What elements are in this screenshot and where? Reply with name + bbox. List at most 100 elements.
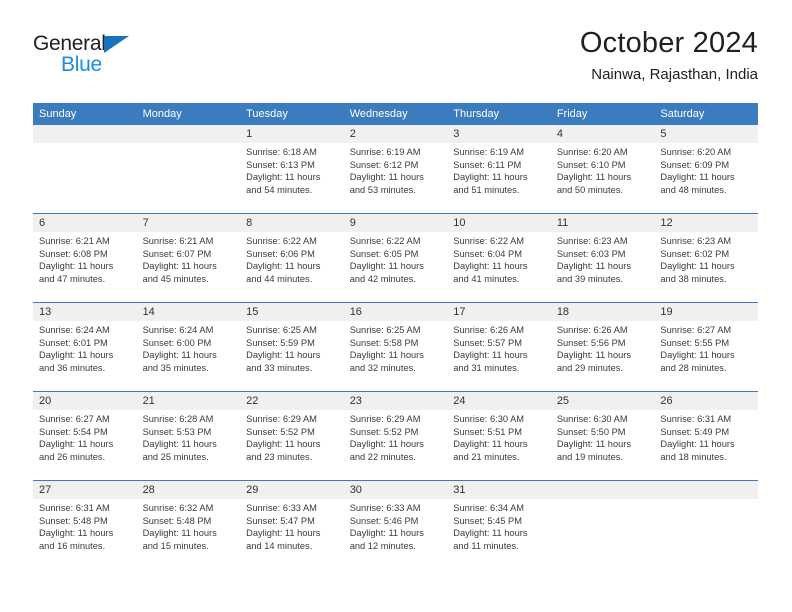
sunrise-text: Sunrise: 6:22 AM xyxy=(246,236,317,246)
day-cell: Sunrise: 6:19 AM Sunset: 6:11 PM Dayligh… xyxy=(447,143,551,213)
day-cell: Sunrise: 6:24 AM Sunset: 6:01 PM Dayligh… xyxy=(33,321,137,391)
day-cell: Sunrise: 6:33 AM Sunset: 5:46 PM Dayligh… xyxy=(344,499,448,569)
sunset-text: Sunset: 5:49 PM xyxy=(660,426,730,437)
day-number: 27 xyxy=(39,484,52,496)
daylight-text-line2: and 12 minutes. xyxy=(349,540,416,551)
daylight-text-line1: Daylight: 11 hours xyxy=(39,261,114,272)
weekday-header-tuesday: Tuesday xyxy=(246,108,288,120)
day-number: 13 xyxy=(39,306,52,318)
weekday-header-thursday: Thursday xyxy=(453,108,500,120)
daylight-text-line2: and 44 minutes. xyxy=(246,273,313,284)
daylight-text-line1: Daylight: 11 hours xyxy=(660,439,735,450)
sunset-text: Sunset: 5:55 PM xyxy=(660,337,730,348)
day-cell: Sunrise: 6:26 AM Sunset: 5:57 PM Dayligh… xyxy=(447,321,551,391)
day-cell: Sunrise: 6:33 AM Sunset: 5:47 PM Dayligh… xyxy=(240,499,344,569)
sunrise-text: Sunrise: 6:21 AM xyxy=(39,236,110,246)
daylight-text-line1: Daylight: 11 hours xyxy=(556,261,632,272)
day-number: 4 xyxy=(556,128,563,140)
page-title: October 2024 xyxy=(579,27,758,59)
day-number: 15 xyxy=(246,306,259,318)
calendar-week-row: 13 14 15 16 17 18 19 Sunrise: 6:24 AM Su… xyxy=(33,303,758,392)
sunrise-text: Sunrise: 6:28 AM xyxy=(142,414,214,424)
weekday-header-sunday: Sunday xyxy=(39,108,77,120)
day-cell: Sunrise: 6:23 AM Sunset: 6:03 PM Dayligh… xyxy=(551,232,655,302)
week-number-band: 6 7 8 9 10 11 12 xyxy=(33,214,758,232)
day-cell: Sunrise: 6:34 AM Sunset: 5:45 PM Dayligh… xyxy=(447,499,551,569)
sunset-text: Sunset: 5:46 PM xyxy=(349,515,419,526)
sunset-text: Sunset: 5:59 PM xyxy=(246,337,315,348)
title-block: October 2024 Nainwa, Rajasthan, India xyxy=(580,26,758,86)
daylight-text-line1: Daylight: 11 hours xyxy=(660,261,735,272)
day-number: 5 xyxy=(660,128,667,140)
sunrise-text: Sunrise: 6:24 AM xyxy=(39,325,110,335)
sunrise-text: Sunrise: 6:22 AM xyxy=(453,236,525,246)
sunset-text: Sunset: 5:47 PM xyxy=(246,515,315,526)
day-number: 17 xyxy=(453,306,466,318)
day-number: 16 xyxy=(349,306,362,318)
sunset-text: Sunset: 5:51 PM xyxy=(453,426,522,437)
sunrise-text: Sunrise: 6:33 AM xyxy=(349,503,421,513)
sunrise-text: Sunrise: 6:33 AM xyxy=(246,503,317,513)
week-number-band: 20 21 22 23 24 25 26 xyxy=(33,392,758,410)
daylight-text-line2: and 42 minutes. xyxy=(349,273,416,284)
sunrise-text: Sunrise: 6:27 AM xyxy=(660,325,732,335)
day-number: 19 xyxy=(660,306,673,318)
sunset-text: Sunset: 5:48 PM xyxy=(142,515,212,526)
weekday-header-row: Sunday Monday Tuesday Wednesday Thursday… xyxy=(33,103,758,125)
sunset-text: Sunset: 6:05 PM xyxy=(349,248,419,259)
sunset-text: Sunset: 5:48 PM xyxy=(39,515,108,526)
calendar-week-row: 1 2 3 4 5 Sunrise: 6:18 AM Sunset: 6:13 … xyxy=(33,125,758,214)
daylight-text-line1: Daylight: 11 hours xyxy=(349,350,424,361)
daylight-text-line1: Daylight: 11 hours xyxy=(556,172,632,183)
day-number: 28 xyxy=(142,484,155,496)
daylight-text-line1: Daylight: 11 hours xyxy=(39,439,114,450)
daylight-text-line1: Daylight: 11 hours xyxy=(142,439,217,450)
daylight-text-line2: and 26 minutes. xyxy=(39,451,106,462)
day-cell: Sunrise: 6:25 AM Sunset: 5:58 PM Dayligh… xyxy=(344,321,448,391)
day-cell: Sunrise: 6:20 AM Sunset: 6:09 PM Dayligh… xyxy=(654,143,758,213)
sunset-text: Sunset: 5:56 PM xyxy=(556,337,626,348)
calendar-week-row: 20 21 22 23 24 25 26 Sunrise: 6:27 AM Su… xyxy=(33,392,758,481)
day-number xyxy=(137,125,241,143)
day-number: 8 xyxy=(246,217,253,229)
day-cell: Sunrise: 6:26 AM Sunset: 5:56 PM Dayligh… xyxy=(551,321,655,391)
day-number: 23 xyxy=(349,395,362,407)
day-number: 7 xyxy=(142,217,149,229)
day-number: 18 xyxy=(556,306,570,318)
day-number: 14 xyxy=(142,306,155,318)
daylight-text-line2: and 18 minutes. xyxy=(660,451,727,462)
day-number: 29 xyxy=(246,484,259,496)
day-number: 3 xyxy=(453,128,460,140)
day-cell xyxy=(551,499,655,569)
day-number: 10 xyxy=(453,217,466,229)
week-number-band: 1 2 3 4 5 xyxy=(33,125,758,143)
daylight-text-line1: Daylight: 11 hours xyxy=(39,528,114,539)
daylight-text-line2: and 41 minutes. xyxy=(453,273,520,284)
daylight-text-line2: and 19 minutes. xyxy=(556,451,623,462)
day-number: 6 xyxy=(39,217,46,229)
daylight-text-line1: Daylight: 11 hours xyxy=(349,528,424,539)
sunrise-text: Sunrise: 6:26 AM xyxy=(556,325,628,335)
daylight-text-line2: and 51 minutes. xyxy=(453,184,520,195)
daylight-text-line2: and 15 minutes. xyxy=(142,540,209,551)
daylight-text-line2: and 14 minutes. xyxy=(246,540,313,551)
generalblue-logo: General Blue xyxy=(33,32,233,88)
day-cell: Sunrise: 6:20 AM Sunset: 6:10 PM Dayligh… xyxy=(551,143,655,213)
day-number: 25 xyxy=(556,395,570,407)
daylight-text-line2: and 47 minutes. xyxy=(39,273,106,284)
sunset-text: Sunset: 6:11 PM xyxy=(453,159,522,170)
sunset-text: Sunset: 5:52 PM xyxy=(349,426,419,437)
sunset-text: Sunset: 5:53 PM xyxy=(142,426,212,437)
day-number xyxy=(551,481,655,499)
weekday-header-friday: Friday xyxy=(556,108,588,120)
day-number xyxy=(33,125,137,143)
daylight-text-line2: and 16 minutes. xyxy=(39,540,106,551)
sunrise-text: Sunrise: 6:31 AM xyxy=(660,414,732,424)
day-number: 24 xyxy=(453,395,466,407)
sunset-text: Sunset: 6:02 PM xyxy=(660,248,730,259)
daylight-text-line2: and 11 minutes. xyxy=(453,540,519,551)
daylight-text-line2: and 39 minutes. xyxy=(556,273,623,284)
day-number: 9 xyxy=(349,217,356,229)
weekday-header-saturday: Saturday xyxy=(660,108,705,120)
daylight-text-line1: Daylight: 11 hours xyxy=(453,172,528,183)
